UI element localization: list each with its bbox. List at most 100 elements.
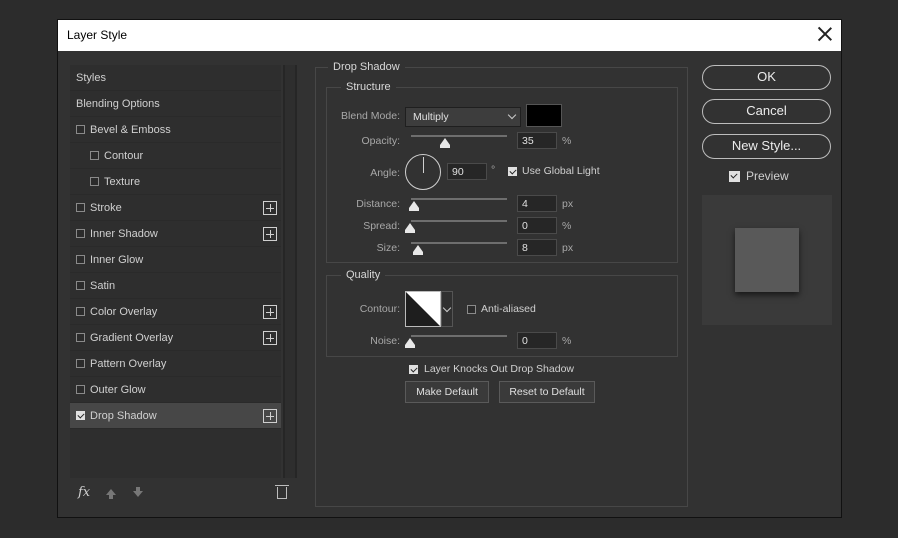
style-item-stroke[interactable]: Stroke xyxy=(70,195,281,221)
style-item-checkbox[interactable] xyxy=(76,255,85,264)
move-up-icon[interactable] xyxy=(106,489,116,499)
opacity-input[interactable]: 35 xyxy=(517,132,557,149)
noise-unit: % xyxy=(562,335,572,347)
preview-checkbox[interactable] xyxy=(729,171,740,182)
noise-input[interactable]: 0 xyxy=(517,332,557,349)
style-item-label: Stroke xyxy=(90,202,122,214)
size-input[interactable]: 8 xyxy=(517,239,557,256)
style-item-gradient-overlay[interactable]: Gradient Overlay xyxy=(70,325,281,351)
reset-to-default-button[interactable]: Reset to Default xyxy=(499,381,595,403)
opacity-slider-track[interactable] xyxy=(411,135,507,137)
new-style-button[interactable]: New Style... xyxy=(702,134,831,159)
scrollbar-thumb[interactable] xyxy=(285,65,295,478)
add-instance-icon[interactable] xyxy=(263,409,277,423)
spread-slider-track[interactable] xyxy=(411,220,507,222)
style-item-styles[interactable]: Styles xyxy=(70,65,281,91)
angle-input[interactable]: 90 xyxy=(447,163,487,180)
style-item-checkbox[interactable] xyxy=(90,177,99,186)
spread-slider-handle[interactable] xyxy=(405,223,415,233)
style-item-label: Blending Options xyxy=(76,98,160,110)
size-slider-track[interactable] xyxy=(411,242,507,244)
style-item-contour[interactable]: Contour xyxy=(70,143,281,169)
distance-slider-track[interactable] xyxy=(411,198,507,200)
style-item-label: Color Overlay xyxy=(90,306,158,318)
move-down-icon[interactable] xyxy=(133,487,143,497)
title-bar: Layer Style xyxy=(58,20,841,51)
style-item-checkbox[interactable] xyxy=(90,151,99,160)
style-item-bevel-emboss[interactable]: Bevel & Emboss xyxy=(70,117,281,143)
styles-list: Styles Blending Options Bevel & Emboss Cont… xyxy=(70,65,281,431)
ok-button[interactable]: OK xyxy=(702,65,831,90)
style-item-inner-shadow[interactable]: Inner Shadow xyxy=(70,221,281,247)
angle-dial[interactable] xyxy=(405,154,441,190)
layer-knocks-out-checkbox[interactable] xyxy=(409,365,418,374)
style-item-label: Texture xyxy=(104,176,141,188)
add-instance-icon[interactable] xyxy=(263,305,277,319)
style-item-checkbox[interactable] xyxy=(76,385,85,394)
preview-swatch xyxy=(735,228,799,292)
style-item-outer-glow[interactable]: Outer Glow xyxy=(70,377,281,403)
shadow-color-swatch[interactable] xyxy=(526,104,562,127)
noise-slider-track[interactable] xyxy=(411,335,507,337)
style-item-checkbox[interactable] xyxy=(76,411,85,420)
add-instance-icon[interactable] xyxy=(263,201,277,215)
chevron-down-icon xyxy=(507,110,517,120)
size-label: Size: xyxy=(376,242,400,254)
quality-title: Quality xyxy=(341,269,386,281)
trash-icon[interactable] xyxy=(275,485,289,499)
blend-mode-select[interactable]: Multiply xyxy=(405,107,521,127)
add-instance-icon[interactable] xyxy=(263,331,277,345)
angle-label: Angle: xyxy=(370,167,400,179)
use-global-light-checkbox[interactable] xyxy=(508,167,517,176)
style-item-label: Styles xyxy=(76,72,106,84)
opacity-unit: % xyxy=(562,135,572,147)
styles-list-scrollbar[interactable] xyxy=(283,65,297,478)
style-item-checkbox[interactable] xyxy=(76,333,85,342)
distance-label: Distance: xyxy=(356,198,400,210)
spread-input[interactable]: 0 xyxy=(517,217,557,234)
distance-unit: px xyxy=(562,198,574,210)
style-item-checkbox[interactable] xyxy=(76,229,85,238)
style-item-checkbox[interactable] xyxy=(76,359,85,368)
cancel-button[interactable]: Cancel xyxy=(702,99,831,124)
style-item-checkbox[interactable] xyxy=(76,203,85,212)
use-global-light-label: Use Global Light xyxy=(522,165,600,177)
style-item-label: Satin xyxy=(90,280,116,292)
opacity-label: Opacity: xyxy=(361,135,400,147)
contour-dropdown[interactable] xyxy=(441,291,453,327)
fx-icon[interactable]: fx xyxy=(78,485,90,500)
layer-style-dialog: Layer Style Styles Blending Options Bevel … xyxy=(57,19,842,518)
style-item-label: Inner Glow xyxy=(90,254,144,266)
style-item-label: Bevel & Emboss xyxy=(90,124,171,136)
add-instance-icon[interactable] xyxy=(263,227,277,241)
noise-slider-handle[interactable] xyxy=(405,338,415,348)
quality-group: Quality Contour: Anti-aliased Noise: 0 % xyxy=(326,269,678,357)
contour-label: Contour: xyxy=(359,303,400,315)
style-item-blending-options[interactable]: Blending Options xyxy=(70,91,281,117)
contour-preview[interactable] xyxy=(405,291,441,327)
make-default-button[interactable]: Make Default xyxy=(405,381,489,403)
opacity-slider-handle[interactable] xyxy=(439,138,450,148)
distance-input[interactable]: 4 xyxy=(517,195,557,212)
style-item-label: Drop Shadow xyxy=(90,410,157,422)
style-item-label: Outer Glow xyxy=(90,384,146,396)
anti-aliased-label: Anti-aliased xyxy=(481,303,536,315)
style-item-checkbox[interactable] xyxy=(76,125,85,134)
style-item-color-overlay[interactable]: Color Overlay xyxy=(70,299,281,325)
layer-knocks-out-label: Layer Knocks Out Drop Shadow xyxy=(424,363,574,375)
anti-aliased-checkbox[interactable] xyxy=(467,305,476,314)
structure-group: Structure Blend Mode: Multiply Opacity: … xyxy=(326,81,678,263)
size-slider-handle[interactable] xyxy=(413,245,423,255)
style-item-texture[interactable]: Texture xyxy=(70,169,281,195)
style-item-inner-glow[interactable]: Inner Glow xyxy=(70,247,281,273)
style-item-checkbox[interactable] xyxy=(76,281,85,290)
distance-slider-handle[interactable] xyxy=(409,201,419,211)
style-item-drop-shadow[interactable]: Drop Shadow xyxy=(70,403,281,429)
angle-unit: ° xyxy=(491,164,496,176)
style-item-label: Gradient Overlay xyxy=(90,332,174,344)
style-item-checkbox[interactable] xyxy=(76,307,85,316)
style-item-pattern-overlay[interactable]: Pattern Overlay xyxy=(70,351,281,377)
noise-label: Noise: xyxy=(370,335,400,347)
close-icon[interactable] xyxy=(817,26,833,42)
style-item-satin[interactable]: Satin xyxy=(70,273,281,299)
